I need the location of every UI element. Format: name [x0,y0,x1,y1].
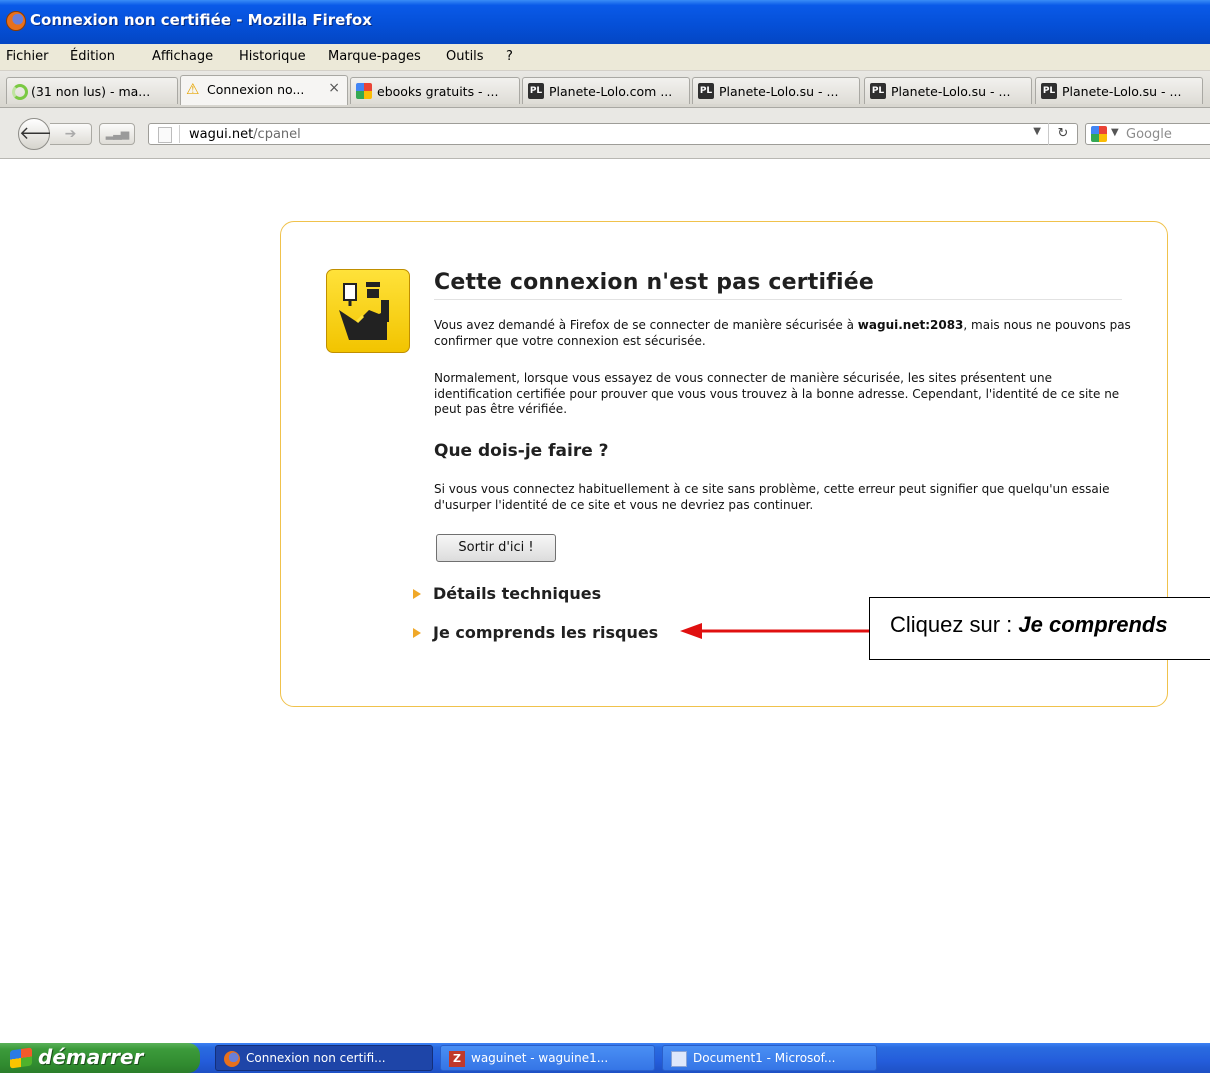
filezilla-icon: Z [449,1051,465,1067]
warning-icon: ⚠ [186,80,200,98]
pl-icon: PL [698,83,714,99]
firefox-icon [224,1051,240,1067]
url-text[interactable]: wagui.net/cpanel [189,127,301,142]
reload-icon: ↻ [1057,126,1069,141]
what-to-do-text: Si vous vous connectez habituellement à … [434,482,1110,512]
tab-planete-lolo-su-3[interactable]: PL Planete-Lolo.su - ... [1035,77,1203,104]
taskbar-item-label: waguinet - waguine1... [471,1051,609,1065]
start-label: démarrer [38,1045,144,1069]
menu-fichier[interactable]: Fichier [6,49,49,64]
annotation-arrow [680,623,870,639]
menu-outils[interactable]: Outils [446,49,484,64]
tab-planete-lolo-com[interactable]: PL Planete-Lolo.com ... [522,77,690,104]
signal-bars-icon: ▂▃▅ [105,127,129,140]
search-placeholder: Google [1126,127,1172,142]
url-bar[interactable]: wagui.net/cpanel ▼ ↻ [148,123,1078,145]
forward-arrow-icon: ➔ [64,126,77,142]
understand-risks-expander[interactable]: Je comprends les risques [413,623,658,642]
pl-icon: PL [870,83,886,99]
menu-historique[interactable]: Historique [239,49,306,64]
firefox-logo-icon [6,11,26,31]
url-path: /cpanel [253,127,301,142]
menu-help[interactable]: ? [506,49,513,64]
taskbar-item-filezilla[interactable]: Z waguinet - waguine1... [440,1045,655,1071]
window-title: Connexion non certifiée - Mozilla Firefo… [30,11,372,29]
tab-planete-lolo-su-1[interactable]: PL Planete-Lolo.su - ... [692,77,860,104]
callout-text: Cliquez sur : [890,612,1019,637]
annotation-callout: Cliquez sur : Je comprends [869,597,1210,660]
callout-emphasis: Je comprends [1018,612,1168,637]
error-title: Cette connexion n'est pas certifiée [434,270,875,295]
window-title-bar[interactable]: Connexion non certifiée - Mozilla Firefo… [0,0,1210,44]
page-signal-button[interactable]: ▂▃▅ [99,123,135,145]
history-dropdown-icon[interactable]: ▼ [1033,126,1041,137]
pl-icon: PL [1041,83,1057,99]
tab-label: (31 non lus) - ma... [31,84,151,99]
close-tab-icon[interactable]: × [328,80,340,96]
what-to-do-heading: Que dois-je faire ? [434,441,609,461]
search-engine-dropdown-icon[interactable]: ▼ [1111,127,1119,138]
menu-affichage[interactable]: Affichage [152,49,213,64]
technical-details-expander[interactable]: Détails techniques [413,584,601,603]
understand-risks-label: Je comprends les risques [433,623,659,642]
tab-label: Planete-Lolo.com ... [549,84,673,99]
taskbar-item-label: Document1 - Microsof... [693,1051,836,1065]
tab-connexion[interactable]: ⚠ Connexion no... × [180,75,348,105]
taskbar-item-label: Connexion non certifi... [246,1051,386,1065]
tab-planete-lolo-su-2[interactable]: PL Planete-Lolo.su - ... [864,77,1032,104]
expand-triangle-icon [413,588,421,599]
forward-button[interactable]: ➔ [50,123,92,145]
tab-mail[interactable]: (31 non lus) - ma... [6,77,178,104]
tab-label: ebooks gratuits - ... [377,84,499,99]
back-button[interactable]: 🡐 [18,118,67,150]
reload-button[interactable]: ↻ [1048,123,1077,145]
google-icon [356,83,372,99]
technical-details-label: Détails techniques [433,584,602,603]
url-host: wagui.net [189,127,254,142]
windows-flag-icon [10,1047,32,1069]
error-description: Vous avez demandé à Firefox de se connec… [434,318,1134,349]
get-me-out-button[interactable]: Sortir d'ici ! [436,534,556,562]
tab-label: Planete-Lolo.su - ... [719,84,839,99]
tab-bar: (31 non lus) - ma... ⚠ Connexion no... ×… [0,71,1210,108]
error-host: wagui.net:2083 [857,318,964,332]
menu-bar: Fichier Édition Affichage Historique Mar… [0,44,1210,71]
pl-icon: PL [528,83,544,99]
page-icon [158,127,172,143]
start-button[interactable]: démarrer [0,1043,200,1073]
title-divider [434,299,1122,300]
loading-spinner-icon [12,84,28,100]
p1-text-start: Vous avez demandé à Firefox de se connec… [434,318,858,332]
url-separator [179,125,180,143]
tab-label: Connexion no... [207,82,305,97]
windows-taskbar: démarrer Connexion non certifi... Z wagu… [0,1043,1210,1073]
word-document-icon [671,1051,687,1067]
tab-ebooks[interactable]: ebooks gratuits - ... [350,77,520,104]
google-search-engine-icon[interactable] [1091,126,1107,142]
menu-edition[interactable]: Édition [70,49,115,64]
tab-label: Planete-Lolo.su - ... [1062,84,1182,99]
expand-triangle-icon [413,627,421,638]
tab-label: Planete-Lolo.su - ... [891,84,1011,99]
search-bar[interactable]: ▼ Google [1085,123,1210,145]
navigation-toolbar: 🡐 ➔ ▂▃▅ wagui.net/cpanel ▼ ↻ ▼ Google [0,108,1210,159]
police-officer-icon [326,269,410,353]
taskbar-item-firefox[interactable]: Connexion non certifi... [215,1045,433,1071]
taskbar-item-word[interactable]: Document1 - Microsof... [662,1045,877,1071]
error-explanation: Normalement, lorsque vous essayez de vou… [434,371,1120,416]
menu-marque-pages[interactable]: Marque-pages [328,49,421,64]
